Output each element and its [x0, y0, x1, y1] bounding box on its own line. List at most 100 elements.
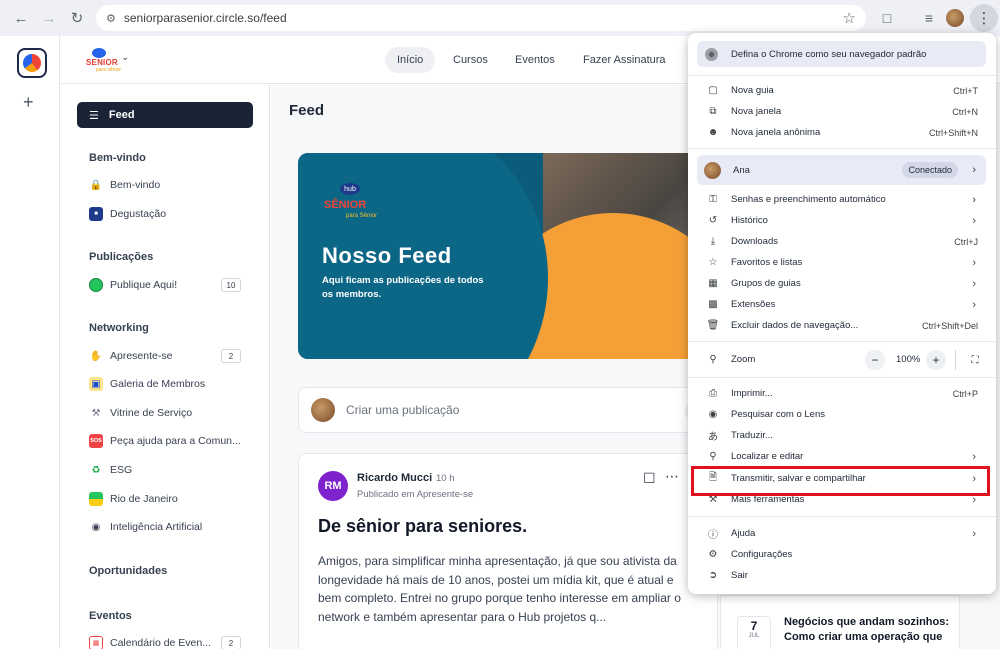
brand-logo[interactable]: SENIOR para sênior	[86, 46, 126, 76]
sidebar-item-apresente-se[interactable]: ✋ Apresente-se 2	[89, 346, 241, 366]
zoom-out-button[interactable]: −	[865, 350, 885, 370]
menu-item-imprimir[interactable]: ⎙ Imprimir... Ctrl+P	[697, 383, 986, 404]
fullscreen-icon[interactable]: ⛶	[965, 350, 985, 370]
more-options-icon[interactable]: ⋯	[665, 468, 679, 485]
menu-item-localizar-editar[interactable]: ⚲ Localizar e editar ›	[697, 446, 986, 467]
new-window-icon: ⧉	[709, 106, 717, 117]
menu-item-excluir-dados[interactable]: 🗑 Excluir dados de navegação... Ctrl+Shi…	[697, 315, 986, 336]
zoom-icon: ⚲	[709, 354, 717, 365]
sidebar-item-bem-vindo[interactable]: 🔒 Bem-vindo	[89, 175, 241, 195]
print-icon: ⎙	[709, 388, 717, 399]
menu-item-favoritos[interactable]: ☆ Favoritos e listas ›	[697, 252, 986, 273]
event-card[interactable]: 7 JUL Negócios que andam sozinhos: Como …	[720, 595, 960, 649]
menu-item-traduzir[interactable]: あ Traduzir...	[697, 425, 986, 446]
post-published-in[interactable]: Publicado em Apresente-se	[357, 489, 473, 500]
reload-icon[interactable]: ↻	[64, 5, 90, 31]
chrome-menu-icon[interactable]: ⋮	[970, 4, 998, 32]
author-avatar[interactable]: RM	[318, 471, 348, 501]
post-title[interactable]: De sênior para seniores.	[318, 516, 527, 537]
section-title-oportunidades[interactable]: Oportunidades	[89, 565, 167, 577]
set-default-browser-item[interactable]: Defina o Chrome como seu navegador padrã…	[697, 41, 986, 67]
sidebar-item-feed[interactable]: ☰ Feed	[77, 102, 253, 128]
chevron-right-icon: ›	[972, 256, 976, 269]
menu-item-sair[interactable]: ➲ Sair	[697, 565, 986, 586]
section-title-bem-vindo[interactable]: Bem-vindo	[89, 152, 146, 164]
profile-item[interactable]: Ana Conectado ›	[697, 155, 986, 185]
bookmark-icon[interactable]: ☐	[643, 470, 656, 487]
exit-icon: ➲	[708, 570, 718, 581]
post-body: Amigos, para simplificar minha apresenta…	[318, 554, 681, 624]
bookmark-star-icon[interactable]: ☆	[843, 9, 856, 27]
menu-item-nova-janela-anonima[interactable]: ☻ Nova janela anônima Ctrl+Shift+N	[697, 122, 986, 143]
menu-item-nova-janela[interactable]: ⧉ Nova janela Ctrl+N	[697, 101, 986, 122]
download-icon: ⤓	[710, 236, 716, 247]
count-badge: 2	[221, 349, 241, 363]
back-icon[interactable]: ←	[8, 5, 34, 31]
hub-senior-logo: hub SÊNIOR para Sênior	[322, 169, 378, 225]
signed-in-badge: Conectado	[902, 162, 958, 178]
menu-item-downloads[interactable]: ⤓ Downloads Ctrl+J	[697, 231, 986, 252]
profile-avatar-icon	[704, 161, 721, 179]
event-date: 7 JUL	[737, 616, 771, 649]
chevron-down-icon[interactable]: ⌄	[121, 52, 129, 63]
lens-icon: ◉	[708, 409, 718, 420]
community-rail: +	[0, 36, 60, 649]
site-settings-icon[interactable]: ⚙	[106, 12, 116, 25]
menu-item-senhas[interactable]: ⚿ Senhas e preenchimento automático ›	[697, 189, 986, 210]
feed-banner: hub SÊNIOR para Sênior Nosso Feed Aqui f…	[298, 153, 708, 359]
page-title: Feed	[289, 102, 325, 119]
chevron-right-icon: ›	[972, 298, 976, 311]
event-title[interactable]: Negócios que andam sozinhos: Como criar …	[784, 615, 954, 645]
banner-title: Nosso Feed	[322, 243, 452, 268]
menu-item-nova-guia[interactable]: ▢ Nova guia Ctrl+T	[697, 80, 986, 101]
section-title-publicacoes[interactable]: Publicações	[89, 251, 153, 263]
image-icon: ■	[89, 207, 103, 221]
sidebar-item-galeria-de-membros[interactable]: ▣ Galeria de Membros	[89, 374, 241, 394]
chevron-right-icon: ›	[972, 164, 976, 176]
sidebar-item-publique-aqui[interactable]: Publique Aqui! 10	[89, 275, 241, 295]
chevron-right-icon: ›	[972, 214, 976, 227]
section-title-networking[interactable]: Networking	[89, 322, 149, 334]
post-author[interactable]: Ricardo Mucci	[357, 472, 432, 484]
sidebar-item-esg[interactable]: ♻ ESG	[89, 460, 241, 480]
extensions-icon[interactable]: □	[876, 6, 898, 30]
community-logo-icon[interactable]	[17, 48, 47, 78]
post-card: RM Ricardo Mucci 10 h Publicado em Apres…	[298, 453, 718, 649]
media-queue-icon[interactable]: ≡	[918, 6, 940, 30]
zoom-in-button[interactable]: +	[926, 350, 946, 370]
recycle-icon: ♻	[91, 464, 101, 476]
sidebar-item-calendario[interactable]: ▦ Calendário de Even... 2	[89, 633, 241, 649]
menu-item-pesquisar-lens[interactable]: ◉ Pesquisar com o Lens	[697, 404, 986, 425]
count-badge: 10	[221, 278, 241, 292]
tab-cursos[interactable]: Cursos	[441, 47, 500, 73]
tab-groups-icon: ▦	[708, 278, 718, 289]
section-title-eventos[interactable]: Eventos	[89, 610, 132, 622]
sidebar-item-vitrine-de-servico[interactable]: ⚒ Vitrine de Serviço	[89, 403, 241, 423]
url-text: seniorparasenior.circle.so/feed	[123, 11, 287, 25]
forward-icon[interactable]: →	[36, 5, 62, 31]
post-time: 10 h	[436, 473, 455, 484]
sidebar-item-peca-ajuda[interactable]: SOS Peça ajuda para a Comun...	[89, 431, 241, 451]
create-post-input[interactable]: Criar uma publicação +	[298, 387, 718, 433]
sos-icon: SOS	[89, 434, 103, 448]
tab-eventos[interactable]: Eventos	[503, 47, 567, 73]
menu-item-extensoes[interactable]: ▩ Extensões ›	[697, 294, 986, 315]
sidebar-item-inteligencia-artificial[interactable]: ◉ Inteligência Artificial	[89, 517, 241, 537]
add-community-icon[interactable]: +	[23, 92, 34, 113]
address-bar[interactable]: ⚙ seniorparasenior.circle.so/feed ☆	[96, 5, 866, 31]
tab-fazer-assinatura[interactable]: Fazer Assinatura	[571, 47, 678, 73]
menu-item-historico[interactable]: ↺ Histórico ›	[697, 210, 986, 231]
menu-item-ajuda[interactable]: ⓘ Ajuda ›	[697, 523, 986, 544]
extension-icon: ▩	[708, 299, 718, 310]
menu-item-grupos-de-guias[interactable]: ▦ Grupos de guias ›	[697, 273, 986, 294]
star-icon: ☆	[708, 257, 718, 268]
find-icon: ⚲	[709, 451, 717, 462]
menu-item-configuracoes[interactable]: ⚙ Configurações	[697, 544, 986, 565]
sidebar-item-degustacao[interactable]: ■ Degustação	[89, 204, 241, 224]
green-circle-icon	[89, 278, 103, 292]
new-tab-icon: ▢	[708, 85, 718, 96]
sidebar-item-rio-de-janeiro[interactable]: Rio de Janeiro	[89, 489, 241, 509]
profile-avatar-icon[interactable]	[946, 9, 964, 27]
tab-inicio[interactable]: Início	[385, 47, 436, 73]
key-icon: ⚿	[709, 194, 717, 205]
